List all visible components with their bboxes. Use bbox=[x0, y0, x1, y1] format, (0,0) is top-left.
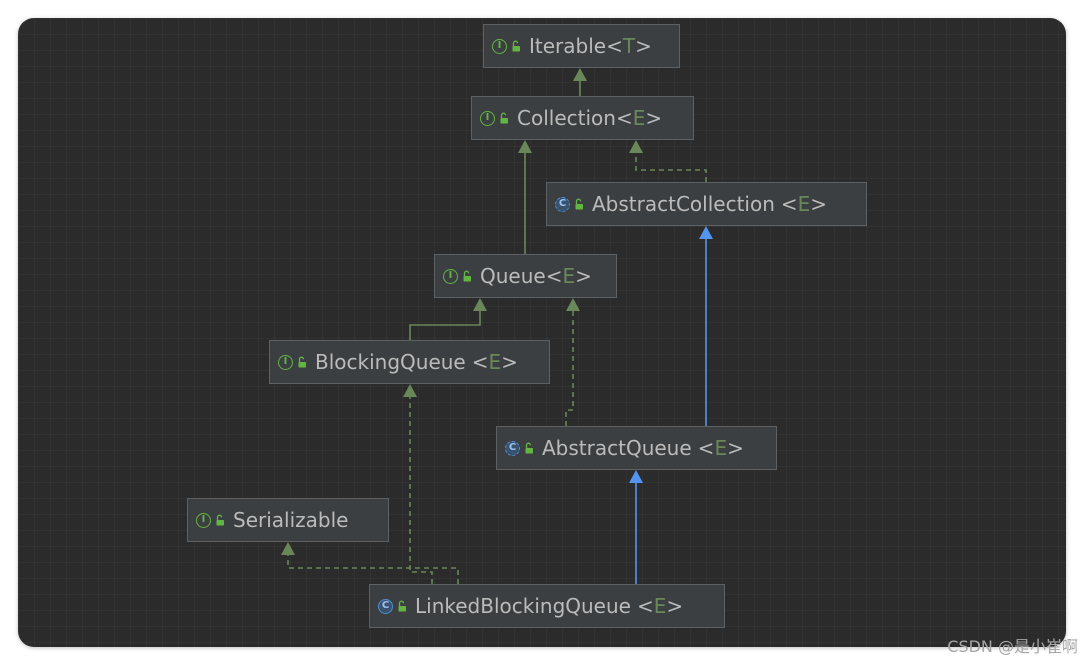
interface-icon: I bbox=[480, 110, 495, 126]
type-param-name: E bbox=[632, 106, 646, 130]
type-param-open: < bbox=[780, 192, 798, 216]
interface-icon: I bbox=[492, 38, 507, 54]
node-name: Iterable bbox=[529, 34, 607, 58]
type-param-open: < bbox=[636, 594, 654, 618]
unlocked-icon bbox=[298, 356, 306, 368]
node-abstract-queue[interactable]: C AbstractQueue <E> bbox=[496, 426, 777, 470]
node-iterable[interactable]: I Iterable <T> bbox=[483, 24, 680, 68]
type-parameter: <E> bbox=[616, 106, 662, 130]
node-collection[interactable]: I Collection <E> bbox=[471, 96, 694, 140]
node-name: LinkedBlockingQueue bbox=[415, 594, 631, 618]
unlocked-icon bbox=[500, 112, 508, 124]
node-name: Collection bbox=[517, 106, 616, 130]
node-name: AbstractQueue bbox=[542, 436, 692, 460]
type-param-close: > bbox=[575, 264, 592, 288]
type-parameter: <T> bbox=[606, 34, 652, 58]
class-icon: C bbox=[555, 196, 570, 212]
type-param-close: > bbox=[501, 350, 518, 374]
type-param-open: < bbox=[545, 264, 563, 288]
arrowhead bbox=[281, 542, 295, 555]
arrowhead bbox=[518, 140, 532, 153]
unlocked-icon bbox=[512, 40, 520, 52]
type-parameter: <E> bbox=[472, 350, 518, 374]
type-param-name: T bbox=[622, 34, 636, 58]
node-abstract-collection[interactable]: C AbstractCollection <E> bbox=[546, 182, 867, 226]
node-name: Queue bbox=[480, 264, 546, 288]
type-param-close: > bbox=[645, 106, 663, 130]
unlocked-icon bbox=[398, 600, 406, 612]
class-icon: C bbox=[378, 598, 393, 614]
type-param-open: < bbox=[697, 436, 715, 460]
type-param-open: < bbox=[471, 350, 489, 374]
arrowhead bbox=[566, 298, 580, 311]
type-param-name: E bbox=[562, 264, 576, 288]
type-param-close: > bbox=[727, 436, 744, 460]
type-param-close: > bbox=[666, 594, 684, 618]
unlocked-icon bbox=[216, 514, 224, 526]
type-param-close: > bbox=[635, 34, 652, 58]
watermark: CSDN @是小崔啊 bbox=[947, 637, 1078, 656]
node-name: AbstractCollection bbox=[592, 192, 775, 216]
node-blocking-queue[interactable]: I BlockingQueue <E> bbox=[269, 340, 550, 384]
node-name: BlockingQueue bbox=[315, 350, 466, 374]
type-parameter: <E> bbox=[781, 192, 827, 216]
interface-icon: I bbox=[278, 354, 293, 370]
node-queue[interactable]: I Queue <E> bbox=[434, 254, 617, 298]
diagram-canvas: I Iterable <T> I Collection <E> C AbstractColle… bbox=[18, 18, 1066, 647]
type-parameter: <E> bbox=[546, 264, 592, 288]
arrowhead bbox=[473, 298, 487, 311]
type-param-open: < bbox=[615, 106, 633, 130]
unlocked-icon bbox=[525, 442, 533, 454]
arrowhead bbox=[629, 140, 643, 153]
node-serializable[interactable]: I Serializable bbox=[187, 498, 389, 542]
type-param-close: > bbox=[810, 192, 828, 216]
arrowhead bbox=[403, 384, 417, 397]
unlocked-icon bbox=[463, 270, 471, 282]
type-param-name: E bbox=[714, 436, 728, 460]
type-parameter: <E> bbox=[637, 594, 683, 618]
edge-linked-blocking-queue-to-blocking-queue bbox=[409, 396, 433, 584]
edge-abstract-queue-to-queue bbox=[565, 310, 574, 426]
arrowhead bbox=[573, 68, 587, 81]
type-param-name: E bbox=[653, 594, 667, 618]
unlocked-icon bbox=[575, 198, 583, 210]
arrowhead bbox=[699, 226, 713, 239]
interface-icon: I bbox=[196, 512, 211, 528]
edge-abstract-collection-to-collection bbox=[635, 152, 707, 182]
type-param-name: E bbox=[797, 192, 811, 216]
arrowhead bbox=[629, 470, 643, 483]
interface-icon: I bbox=[443, 268, 458, 284]
type-param-name: E bbox=[488, 350, 502, 374]
node-linked-blocking-queue[interactable]: C LinkedBlockingQueue <E> bbox=[369, 584, 725, 628]
node-name: Serializable bbox=[233, 508, 349, 532]
type-parameter: <E> bbox=[698, 436, 744, 460]
type-param-open: < bbox=[606, 34, 623, 58]
class-icon: C bbox=[505, 440, 520, 456]
edge-blocking-queue-to-queue bbox=[409, 310, 481, 340]
